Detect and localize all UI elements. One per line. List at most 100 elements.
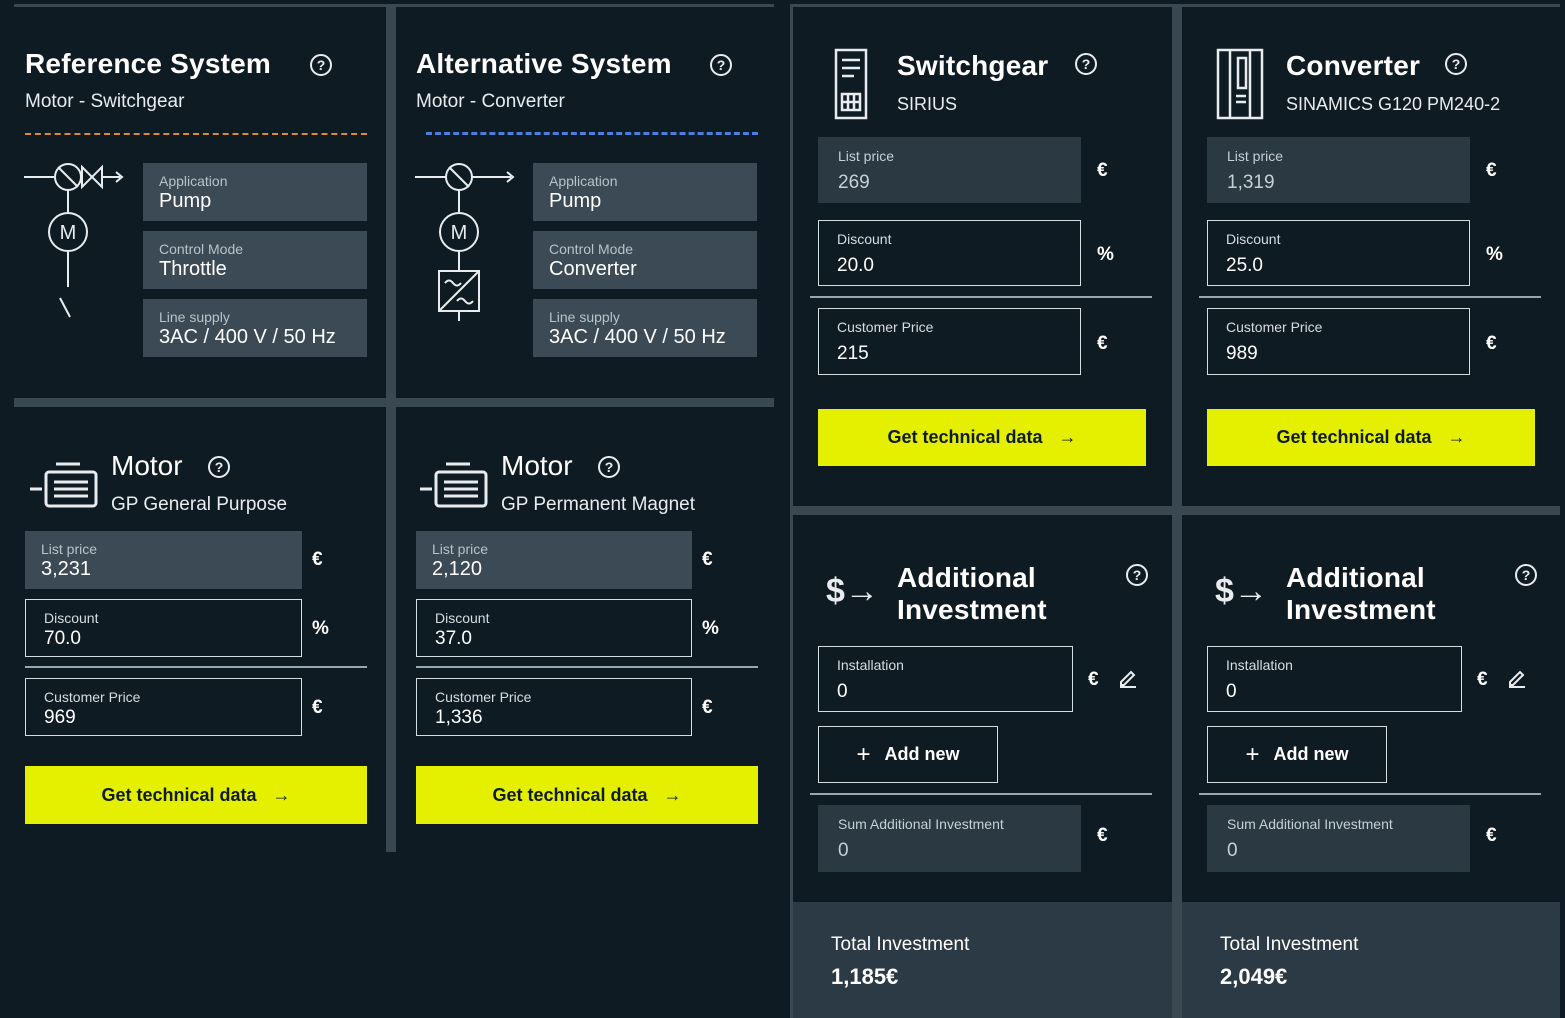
svg-text:M: M <box>451 222 468 244</box>
list-price-label: List price <box>432 541 489 557</box>
currency-unit: € <box>1097 333 1108 354</box>
add-new-label: Add new <box>1273 744 1349 764</box>
add-new-button[interactable]: + Add new <box>1207 726 1387 783</box>
customer-price-field[interactable]: Customer Price 969 <box>25 678 302 736</box>
arrow-right-icon: → <box>1058 427 1077 447</box>
dollar-arrow-icon: $→ <box>1215 572 1268 610</box>
help-icon[interactable]: ? <box>1126 564 1148 586</box>
sum-additional-investment-value: 0 <box>838 840 849 861</box>
switchgear-title: Switchgear <box>897 50 1049 81</box>
control-mode-field: Control Mode Throttle <box>143 231 367 289</box>
customer-price-input[interactable]: 1,336 <box>435 706 673 730</box>
converter-icon <box>1216 48 1264 120</box>
customer-price-input[interactable]: 215 <box>837 342 1062 366</box>
alternative-system-title: Alternative System <box>416 48 672 79</box>
control-mode-value: Throttle <box>159 258 227 280</box>
help-icon[interactable]: ? <box>1515 564 1537 586</box>
motor-icon <box>420 462 488 508</box>
divider <box>810 793 1152 795</box>
list-price-field: List price 3,231 <box>25 531 302 589</box>
dollar-arrow-icon: $→ <box>826 572 879 610</box>
currency-unit: € <box>1486 160 1497 181</box>
discount-label: Discount <box>44 610 99 626</box>
installation-input[interactable]: 0 <box>837 680 1054 704</box>
installation-label: Installation <box>837 657 904 673</box>
discount-field[interactable]: Discount 37.0 <box>416 599 692 657</box>
arrow-right-icon: → <box>272 784 291 805</box>
discount-input[interactable]: 20.0 <box>837 254 1062 278</box>
divider <box>1199 793 1541 795</box>
get-technical-data-button[interactable]: Get technical data → <box>25 766 367 824</box>
customer-price-label: Customer Price <box>435 689 532 705</box>
help-icon[interactable]: ? <box>1075 53 1097 75</box>
customer-price-field[interactable]: Customer Price 215 <box>818 308 1081 375</box>
currency-unit: € <box>702 549 713 570</box>
currency-unit: € <box>1486 825 1497 846</box>
installation-field[interactable]: Installation 0 <box>1207 646 1462 712</box>
control-mode-field: Control Mode Converter <box>533 231 757 289</box>
list-price-field: List price 269 <box>818 137 1081 203</box>
currency-unit: € <box>1097 825 1108 846</box>
list-price-value: 1,319 <box>1227 172 1275 193</box>
discount-label: Discount <box>837 231 892 247</box>
discount-field[interactable]: Discount 20.0 <box>818 220 1081 286</box>
customer-price-field[interactable]: Customer Price 989 <box>1207 308 1470 375</box>
application-field: Application Pump <box>533 163 757 221</box>
arrow-right-icon: → <box>663 784 682 805</box>
currency-unit: € <box>1486 333 1497 354</box>
motor-subtitle: GP Permanent Magnet <box>501 494 695 515</box>
button-label: Get technical data <box>1276 427 1432 447</box>
total-investment-value: 2,049€ <box>1220 964 1288 989</box>
customer-price-input[interactable]: 989 <box>1226 342 1451 366</box>
get-technical-data-button[interactable]: Get technical data → <box>818 409 1146 466</box>
installation-label: Installation <box>1226 657 1293 673</box>
divider <box>810 296 1152 298</box>
line-supply-label: Line supply <box>159 309 230 325</box>
help-icon[interactable]: ? <box>710 54 732 76</box>
currency-unit: € <box>312 697 323 718</box>
discount-input[interactable]: 70.0 <box>44 627 283 651</box>
get-technical-data-button[interactable]: Get technical data → <box>1207 409 1535 466</box>
line-supply-value: 3AC / 400 V / 50 Hz <box>549 326 726 348</box>
percent-unit: % <box>1097 244 1114 265</box>
arrow-right-icon: → <box>1447 427 1466 447</box>
discount-input[interactable]: 37.0 <box>435 627 673 651</box>
discount-input[interactable]: 25.0 <box>1226 254 1451 278</box>
list-price-label: List price <box>41 541 98 557</box>
pencil-icon[interactable] <box>1507 668 1527 688</box>
customer-price-field[interactable]: Customer Price 1,336 <box>416 678 692 736</box>
installation-input[interactable]: 0 <box>1226 680 1443 704</box>
discount-field[interactable]: Discount 25.0 <box>1207 220 1470 286</box>
application-field: Application Pump <box>143 163 367 221</box>
converter-title: Converter <box>1286 50 1421 81</box>
divider <box>25 666 367 668</box>
switchgear-icon <box>834 48 868 120</box>
svg-text:M: M <box>60 222 77 244</box>
alternative-system-subtitle: Motor - Converter <box>416 91 565 112</box>
percent-unit: % <box>312 618 329 639</box>
motor-title: Motor <box>501 450 573 481</box>
currency-unit: € <box>1477 669 1488 690</box>
reference-line-indicator <box>25 133 367 135</box>
sum-additional-investment-field: Sum Additional Investment 0 <box>1207 805 1470 872</box>
help-icon[interactable]: ? <box>598 456 620 478</box>
percent-unit: % <box>1486 244 1503 265</box>
list-price-value: 2,120 <box>432 558 483 580</box>
discount-label: Discount <box>435 610 490 626</box>
help-icon[interactable]: ? <box>1445 53 1467 75</box>
control-mode-label: Control Mode <box>159 241 244 257</box>
list-price-label: List price <box>1227 148 1284 164</box>
pencil-icon[interactable] <box>1118 668 1138 688</box>
customer-price-input[interactable]: 969 <box>44 706 283 730</box>
plus-icon: + <box>856 740 871 768</box>
installation-field[interactable]: Installation 0 <box>818 646 1073 712</box>
help-icon[interactable]: ? <box>208 456 230 478</box>
plus-icon: + <box>1245 740 1260 768</box>
add-new-label: Add new <box>884 744 960 764</box>
discount-field[interactable]: Discount 70.0 <box>25 599 302 657</box>
get-technical-data-button[interactable]: Get technical data → <box>416 766 758 824</box>
help-icon[interactable]: ? <box>310 54 332 76</box>
control-mode-label: Control Mode <box>549 241 634 257</box>
switchgear-subtitle: SIRIUS <box>897 94 958 114</box>
add-new-button[interactable]: + Add new <box>818 726 998 783</box>
